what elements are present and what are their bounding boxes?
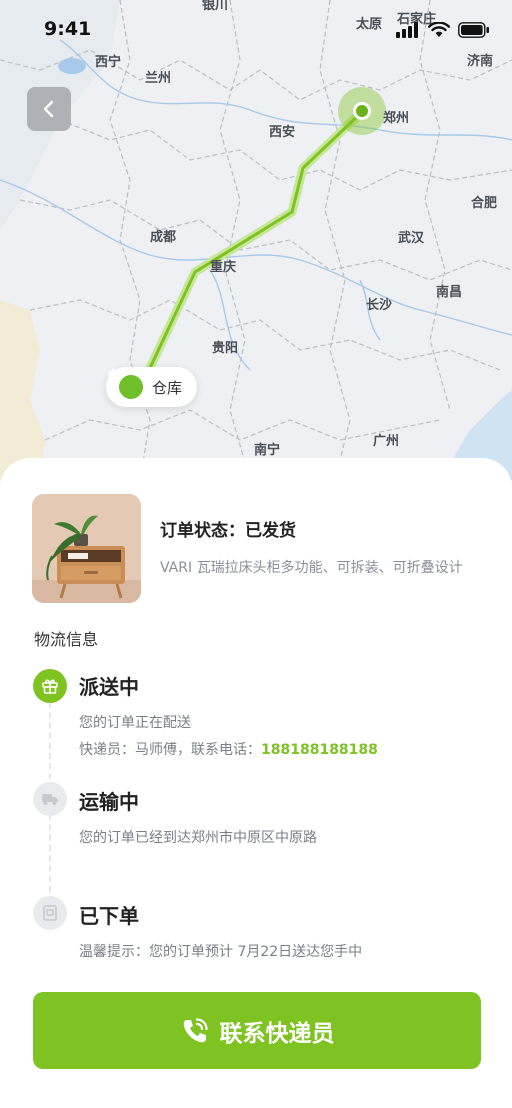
step-desc: 温馨提示：您的订单预计 7月22日送达您手中 [79,944,363,960]
step-title-ordered: 已下单 [79,904,139,928]
gift-icon [33,669,67,703]
contact-button-label: 联系快递员 [219,1020,335,1047]
courier-info: 快递员：马师傅，联系电话：188188188188 [79,739,378,759]
product-name[interactable]: VARI 瓦瑞拉床头柜多功能、可拆装、可折叠设计 [160,557,482,577]
map-canvas [0,0,512,480]
map-city-label: 郑州 [383,111,410,126]
signal-icon [396,22,418,38]
step-desc: 您的订单已经到达郑州市中原区中原路 [79,830,317,846]
courier-label: 快递员：马师傅，联系电话： [79,742,261,758]
map-city-label: 长沙 [366,298,393,313]
nightstand-illustration [32,494,141,603]
map-city-label: 重庆 [210,260,237,275]
product-image[interactable] [32,494,141,603]
order-detail-sheet: 订单状态：已发货 VARI 瓦瑞拉床头柜多功能、可拆装、可折叠设计 物流信息 派… [0,458,512,1108]
step-title-delivering: 派送中 [79,675,139,699]
step-desc: 您的订单正在配送 [79,715,191,731]
map-city-label: 贵阳 [212,341,239,356]
order-status: 订单状态：已发货 [160,521,296,541]
logistics-title: 物流信息 [34,630,99,649]
courier-phone-link[interactable]: 188188188188 [261,742,378,758]
map-city-label: 广州 [373,434,400,449]
battery-icon [458,22,489,38]
wifi-icon [428,22,450,37]
warehouse-label: 仓库 [152,378,183,397]
map-city-label: 武汉 [398,231,425,246]
step-title-in-transit: 运输中 [79,790,139,814]
map-city-label: 南昌 [436,285,463,300]
status-bar: 9:41 [0,0,512,56]
status-time: 9:41 [44,18,92,40]
truck-icon [33,782,67,816]
map-city-label: 成都 [150,230,177,245]
back-button[interactable] [27,87,71,131]
contact-courier-button[interactable]: 联系快递员 [33,992,481,1069]
map-view[interactable]: 银川 太原 石家庄 西宁 兰州 济南 郑州 西安 合肥 成都 武汉 重庆 长沙 … [0,0,512,480]
order-icon [33,896,67,930]
home-icon [107,368,143,399]
map-city-label: 南宁 [254,443,281,458]
chevron-left-icon [43,100,54,118]
map-city-label: 西安 [269,125,296,140]
map-city-label: 兰州 [145,71,172,86]
phone-icon [183,1017,208,1042]
map-city-label: 合肥 [471,196,498,211]
warehouse-marker[interactable]: 仓库 [106,367,198,407]
